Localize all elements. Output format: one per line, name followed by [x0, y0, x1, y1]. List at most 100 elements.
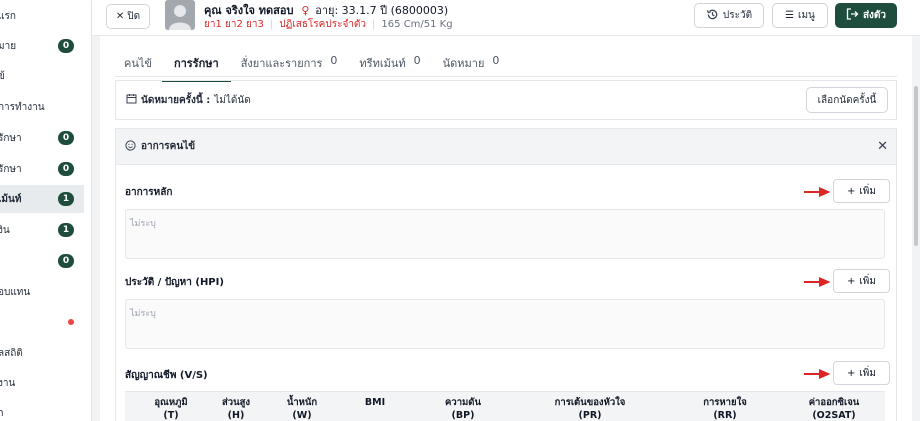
menu-label: เมนู [798, 10, 815, 21]
sidebar-item-label: งิน [0, 224, 10, 236]
sidebar: แรก มาย 0 ข้ การทำงาน รักษา 0 รักษา 0 เม้นท… [0, 0, 92, 421]
chief-complaint-field[interactable]: ไม่ระบุ [125, 209, 885, 259]
appointment-value: ไม่ได้นัด [214, 94, 251, 106]
send-icon [846, 8, 859, 23]
column-header-respiration-rate: การหายใจ (RR) [685, 396, 765, 421]
plus-icon: + [847, 367, 856, 379]
divider: | [269, 19, 274, 30]
tab-treatment[interactable]: การรักษา [162, 54, 231, 82]
column-label: การเต้นของหัวใจ [554, 397, 626, 408]
tab-divider [115, 76, 897, 77]
sidebar-item[interactable]: มาย 0 [0, 32, 84, 60]
column-label: BMI [364, 397, 386, 408]
plus-icon: + [847, 185, 856, 197]
patient-age: อายุ: 33.1.7 ปี (6800003) [315, 4, 449, 17]
tab-count: 0 [492, 54, 500, 67]
sidebar-item-active[interactable]: เม้นท์ 1 [0, 185, 84, 213]
sidebar-item-label: อบแทน [0, 286, 31, 298]
close-icon: ✕ [115, 11, 125, 22]
column-unit: (W) [292, 410, 312, 421]
history-label: ประวัติ [722, 10, 753, 21]
tab-label: คนไข้ [124, 57, 152, 70]
sidebar-item[interactable]: การทำงาน [0, 93, 84, 121]
sidebar-item[interactable]: ข้ [0, 62, 84, 90]
section-title-hpi: ประวัติ / ปัญหา (HPI) [125, 277, 224, 288]
divider: | [372, 19, 376, 30]
sidebar-item-label: เม้นท์ [0, 193, 22, 205]
hamburger-icon: ☰ [785, 10, 795, 21]
column-label: ความดัน [445, 397, 481, 408]
column-unit: (H) [227, 410, 245, 421]
count-badge: 0 [58, 162, 74, 176]
column-unit: (PR) [578, 410, 602, 421]
sidebar-item-label: า [0, 407, 4, 419]
add-chief-complaint-button[interactable]: + เพิ่ม [833, 179, 890, 203]
tab-bar: คนไข้ การรักษา สั่งยาและรายการ 0 ทรีทเม้น… [124, 54, 521, 82]
close-button[interactable]: ✕ ปิด [106, 4, 150, 29]
smile-icon [125, 139, 136, 154]
column-label: การหายใจ [703, 397, 747, 408]
add-label: เพิ่ม [859, 275, 876, 287]
patient-name: คุณ จริงใจ ทดสอบ [204, 4, 294, 17]
history-button[interactable]: ประวัติ [694, 3, 764, 28]
tab-appointment[interactable]: นัดหมาย 0 [443, 54, 500, 76]
section-title-vital-signs: สัญญาณชีพ (V/S) [125, 370, 208, 381]
sidebar-item-label: ลสถิติ [0, 347, 23, 359]
sidebar-item[interactable]: 0 [0, 247, 84, 275]
column-header-blood-pressure: ความดัน (BP) [433, 396, 493, 421]
section-title-chief-complaint: อาการหลัก [125, 187, 173, 198]
tab-patient[interactable]: คนไข้ [124, 54, 152, 76]
sidebar-item[interactable]: ลสถิติ [0, 339, 84, 367]
scrollbar-thumb[interactable] [914, 86, 918, 246]
sidebar-item-label: ข้ [0, 70, 5, 82]
plus-icon: + [847, 275, 856, 287]
sidebar-item-label: แรก [0, 10, 16, 22]
sidebar-item[interactable]: า [0, 399, 84, 421]
symptoms-title: อาการคนไข้ [141, 141, 196, 152]
send-button[interactable]: ส่งตัว [835, 3, 897, 28]
patient-header: ✕ ปิด คุณ จริงใจ ทดสอบ ♀ อายุ: 33.1.7 ปี… [92, 0, 920, 36]
history-icon [706, 8, 719, 24]
add-label: เพิ่ม [859, 185, 876, 197]
main-content: คนไข้ การรักษา สั่งยาและรายการ 0 ทรีทเม้น… [92, 36, 912, 421]
sidebar-item[interactable]: แรก [0, 2, 84, 30]
tab-treatments[interactable]: ทรีทเม้นท์ 0 [359, 54, 420, 76]
tab-label: นัดหมาย [442, 57, 485, 70]
sidebar-item-label: รักษา [0, 132, 22, 144]
vitals-table-header: อุณหภูมิ (T) ส่วนสูง (H) น้ำหนัก (W) BMI คว… [125, 391, 885, 421]
sidebar-item[interactable]: อบแทน [0, 278, 84, 306]
sidebar-item[interactable]: งิน 1 [0, 216, 84, 244]
close-icon[interactable]: ✕ [877, 139, 888, 154]
count-badge: 0 [58, 254, 74, 268]
column-unit: (O2SAT) [812, 410, 856, 421]
sidebar-item[interactable]: รักษา 0 [0, 155, 84, 183]
appointment-row: นัดหมายครั้งนี้ : ไม่ได้นัด เลือกนัดครั้… [115, 80, 897, 120]
select-appointment-button[interactable]: เลือกนัดครั้งนี้ [806, 87, 888, 113]
add-hpi-button[interactable]: + เพิ่ม [833, 269, 890, 293]
sidebar-item[interactable]: งาน [0, 369, 84, 397]
count-badge: 0 [58, 39, 74, 53]
menu-button[interactable]: ☰ เมนู [772, 3, 828, 28]
hpi-field[interactable]: ไม่ระบุ [125, 299, 885, 349]
notification-dot [68, 319, 74, 325]
column-unit: (RR) [713, 410, 737, 421]
arrow-right-icon [804, 187, 830, 197]
scrollbar[interactable] [912, 36, 920, 421]
sidebar-item[interactable] [0, 308, 84, 336]
column-header-temperature: อุณหภูมิ (T) [143, 396, 199, 421]
count-badge: 1 [58, 192, 74, 206]
sidebar-item[interactable]: รักษา 0 [0, 124, 84, 152]
sidebar-item-label: งาน [0, 377, 16, 389]
column-label: อุณหภูมิ [154, 397, 188, 408]
column-header-pulse-rate: การเต้นของหัวใจ (PR) [535, 396, 645, 421]
allergy-info: ปฏิเสธโรคประจำตัว [279, 19, 367, 30]
column-header-oxygen-saturation: ค่าออกซิเจน (O2SAT) [791, 396, 877, 421]
tab-prescription[interactable]: สั่งยาและรายการ 0 [241, 54, 338, 76]
user-silhouette-icon [165, 0, 195, 30]
sidebar-item-label: มาย [0, 40, 17, 52]
drug-list: ยา1 ยา2 ยา3 [204, 19, 264, 30]
column-label: ส่วนสูง [221, 397, 251, 408]
column-unit: (BP) [451, 410, 475, 421]
female-icon: ♀ [301, 4, 310, 17]
add-vital-signs-button[interactable]: + เพิ่ม [833, 361, 890, 385]
